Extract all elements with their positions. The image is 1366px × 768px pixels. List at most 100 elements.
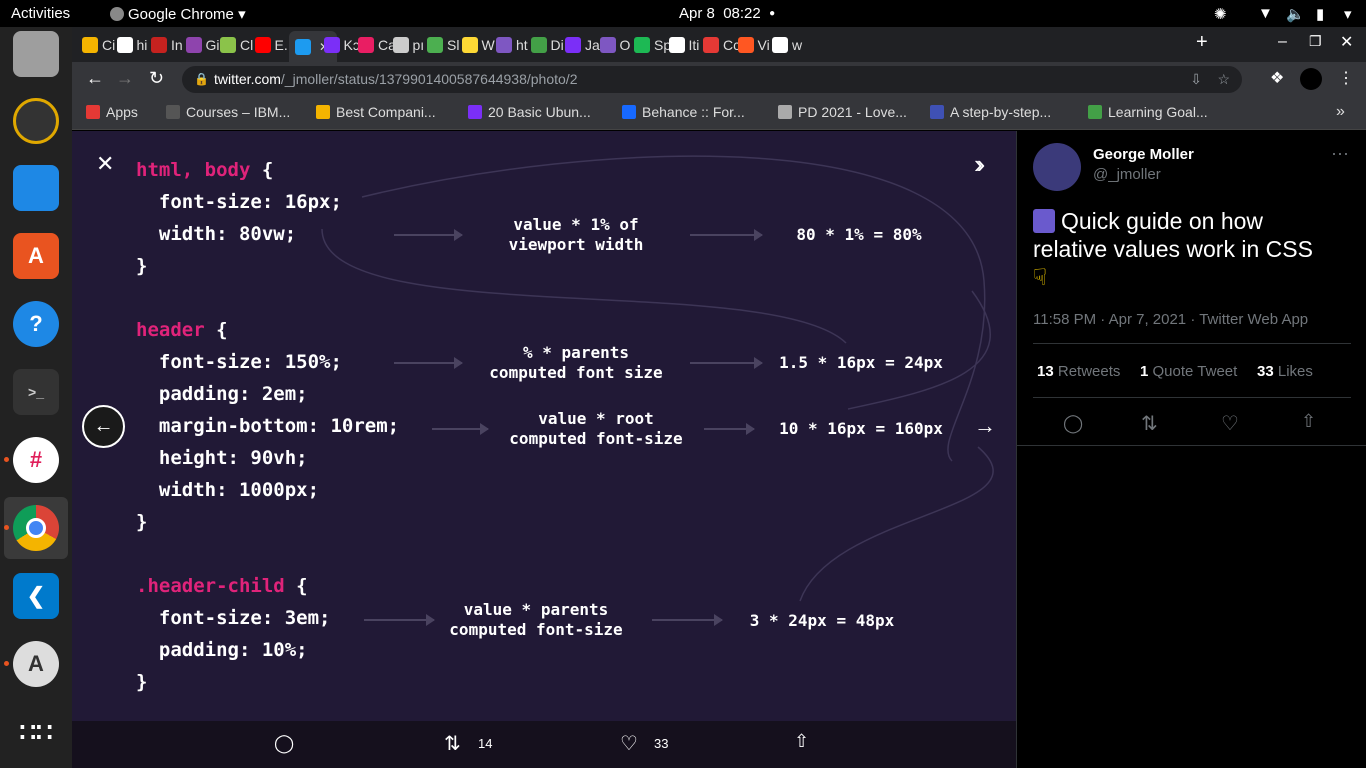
more-icon[interactable]: ··· bbox=[1331, 143, 1349, 164]
profile-avatar-icon[interactable] bbox=[1300, 68, 1322, 90]
bookmark-label: Best Compani... bbox=[336, 104, 436, 120]
browser-tab[interactable]: ht bbox=[496, 33, 528, 57]
bookmark-item[interactable]: Learning Goal... bbox=[1088, 104, 1208, 120]
bookmark-label: Courses – IBM... bbox=[186, 104, 291, 120]
chrome-dock-icon[interactable] bbox=[13, 505, 59, 551]
browser-tab[interactable]: Ca bbox=[358, 33, 396, 57]
browser-tab[interactable]: In bbox=[151, 33, 183, 57]
app-installer-icon[interactable]: A bbox=[13, 641, 59, 687]
tweet-meta[interactable]: 11:58 PM · Apr 7, 2021 · Twitter Web App bbox=[1033, 311, 1308, 328]
browser-tab[interactable]: E. bbox=[254, 33, 288, 57]
reload-icon[interactable]: ↻ bbox=[149, 68, 164, 89]
browser-tab[interactable]: Cl bbox=[220, 33, 253, 57]
browser-tab[interactable]: Vi bbox=[737, 33, 770, 57]
tab-label: Ja bbox=[585, 37, 600, 53]
browser-tab[interactable]: Gi bbox=[185, 33, 220, 57]
author-name[interactable]: George Moller bbox=[1093, 146, 1194, 163]
tab-label: W bbox=[481, 37, 495, 53]
bookmarks-bar: Apps Courses – IBM... Best Compani... 20 Ba… bbox=[72, 97, 1366, 130]
rhythmbox-icon[interactable] bbox=[13, 98, 59, 144]
show-applications-icon[interactable]: ∷∷ bbox=[13, 709, 59, 755]
bookmark-favicon-icon bbox=[316, 105, 330, 119]
clock[interactable]: Apr 8 08:22 ● bbox=[679, 5, 775, 22]
tab-favicon-icon bbox=[565, 37, 581, 53]
more-bookmarks-icon[interactable]: » bbox=[1336, 103, 1345, 121]
expand-icon[interactable]: ›› bbox=[974, 149, 986, 180]
tab-favicon-icon bbox=[295, 38, 311, 55]
bookmark-item[interactable]: 20 Basic Ubun... bbox=[468, 104, 591, 120]
minimize-icon[interactable]: – bbox=[1278, 33, 1287, 51]
terminal-icon[interactable]: >_ bbox=[13, 369, 59, 415]
browser-tab[interactable]: Iti bbox=[668, 33, 699, 57]
back-icon[interactable]: ← bbox=[86, 68, 104, 89]
tab-favicon-icon bbox=[392, 37, 409, 53]
browser-tab[interactable]: hi bbox=[116, 33, 147, 57]
forward-icon[interactable]: → bbox=[116, 68, 134, 89]
share-icon[interactable]: ⇧ bbox=[1301, 411, 1316, 432]
bookmark-item[interactable]: Best Compani... bbox=[316, 104, 436, 120]
window-close-icon[interactable]: ✕ bbox=[1340, 32, 1353, 52]
avatar[interactable] bbox=[1033, 143, 1081, 191]
share-icon[interactable]: ⇧ bbox=[794, 731, 809, 752]
retweet-icon[interactable]: ⇅ bbox=[444, 731, 461, 756]
tab-favicon-icon bbox=[185, 37, 202, 53]
browser-tab[interactable]: Kɔ bbox=[323, 33, 360, 57]
browser-tab[interactable]: w bbox=[772, 33, 802, 57]
new-tab-icon[interactable]: + bbox=[1196, 31, 1208, 54]
browser-tab[interactable]: Sp bbox=[634, 33, 671, 57]
slack-icon[interactable]: # bbox=[13, 437, 59, 483]
likes-stat[interactable]: 33 Likes bbox=[1257, 363, 1313, 380]
volume-icon[interactable]: 🔈 bbox=[1286, 5, 1305, 23]
browser-tab[interactable]: Ja bbox=[565, 33, 600, 57]
network-indicator-icon[interactable]: ✺ bbox=[1214, 5, 1227, 23]
tab-label: Di bbox=[550, 37, 564, 53]
reply-icon[interactable]: ◯ bbox=[1063, 413, 1083, 434]
bookmark-item[interactable]: Apps bbox=[86, 104, 138, 120]
quote-stat[interactable]: 1 Quote Tweet bbox=[1140, 363, 1237, 380]
extensions-icon[interactable]: ❖ bbox=[1270, 68, 1284, 88]
arrow-left-icon[interactable]: ← bbox=[82, 405, 125, 448]
running-indicator bbox=[4, 661, 9, 666]
help-icon[interactable]: ? bbox=[13, 301, 59, 347]
close-icon[interactable]: ✕ bbox=[96, 151, 114, 177]
activities-button[interactable]: Activities bbox=[11, 5, 70, 22]
files-icon[interactable] bbox=[13, 31, 59, 77]
browser-tab[interactable]: W bbox=[461, 33, 495, 57]
bookmark-item[interactable]: Behance :: For... bbox=[622, 104, 745, 120]
browser-tab[interactable]: pı bbox=[392, 33, 424, 57]
tab-favicon-icon bbox=[668, 37, 685, 53]
like-icon[interactable]: ♡ bbox=[1221, 411, 1239, 436]
chrome-icon bbox=[110, 7, 124, 21]
install-icon[interactable]: ⇩ bbox=[1190, 66, 1202, 93]
browser-tab[interactable]: Di bbox=[530, 33, 564, 57]
browser-tab[interactable]: Sl bbox=[427, 33, 459, 57]
reply-icon[interactable]: ◯ bbox=[274, 733, 294, 754]
author-handle[interactable]: @_jmoller bbox=[1093, 166, 1161, 183]
bookmark-star-icon[interactable]: ☆ bbox=[1217, 66, 1230, 93]
bookmark-item[interactable]: A step-by-step... bbox=[930, 104, 1051, 120]
tab-label: E. bbox=[274, 37, 288, 53]
connector-curves bbox=[321, 155, 994, 602]
browser-tab[interactable]: Ci bbox=[82, 33, 115, 57]
like-icon[interactable]: ♡ bbox=[620, 731, 638, 756]
maximize-icon[interactable]: ❐ bbox=[1309, 33, 1322, 50]
chrome-menu-icon[interactable]: ⋮ bbox=[1338, 68, 1354, 88]
arrow-right-icon[interactable]: → bbox=[974, 413, 996, 439]
retweets-stat[interactable]: 13 Retweets bbox=[1037, 363, 1120, 380]
wifi-icon[interactable]: ▼ bbox=[1258, 5, 1273, 22]
browser-tab[interactable]: Cc bbox=[703, 33, 740, 57]
bookmark-item[interactable]: Courses – IBM... bbox=[166, 104, 290, 120]
bookmark-favicon-icon bbox=[622, 105, 636, 119]
system-menu-arrow-icon[interactable]: ▾ bbox=[1344, 5, 1352, 23]
app-menu[interactable]: Google Chrome ▾ bbox=[110, 5, 246, 23]
tab-favicon-icon bbox=[461, 37, 478, 53]
browser-tab[interactable]: O bbox=[599, 33, 630, 57]
libreoffice-impress-icon[interactable] bbox=[13, 165, 59, 211]
software-center-icon[interactable]: A bbox=[13, 233, 59, 279]
address-bar[interactable]: 🔒 twitter.com/_jmoller/status/13799014005… bbox=[182, 66, 1242, 93]
tab-label: w bbox=[792, 37, 803, 53]
bookmark-item[interactable]: PD 2021 - Love... bbox=[778, 104, 907, 120]
retweet-icon[interactable]: ⇅ bbox=[1141, 411, 1158, 436]
vscode-icon[interactable]: ❮ bbox=[13, 573, 59, 619]
battery-icon[interactable]: ▮ bbox=[1316, 5, 1324, 23]
